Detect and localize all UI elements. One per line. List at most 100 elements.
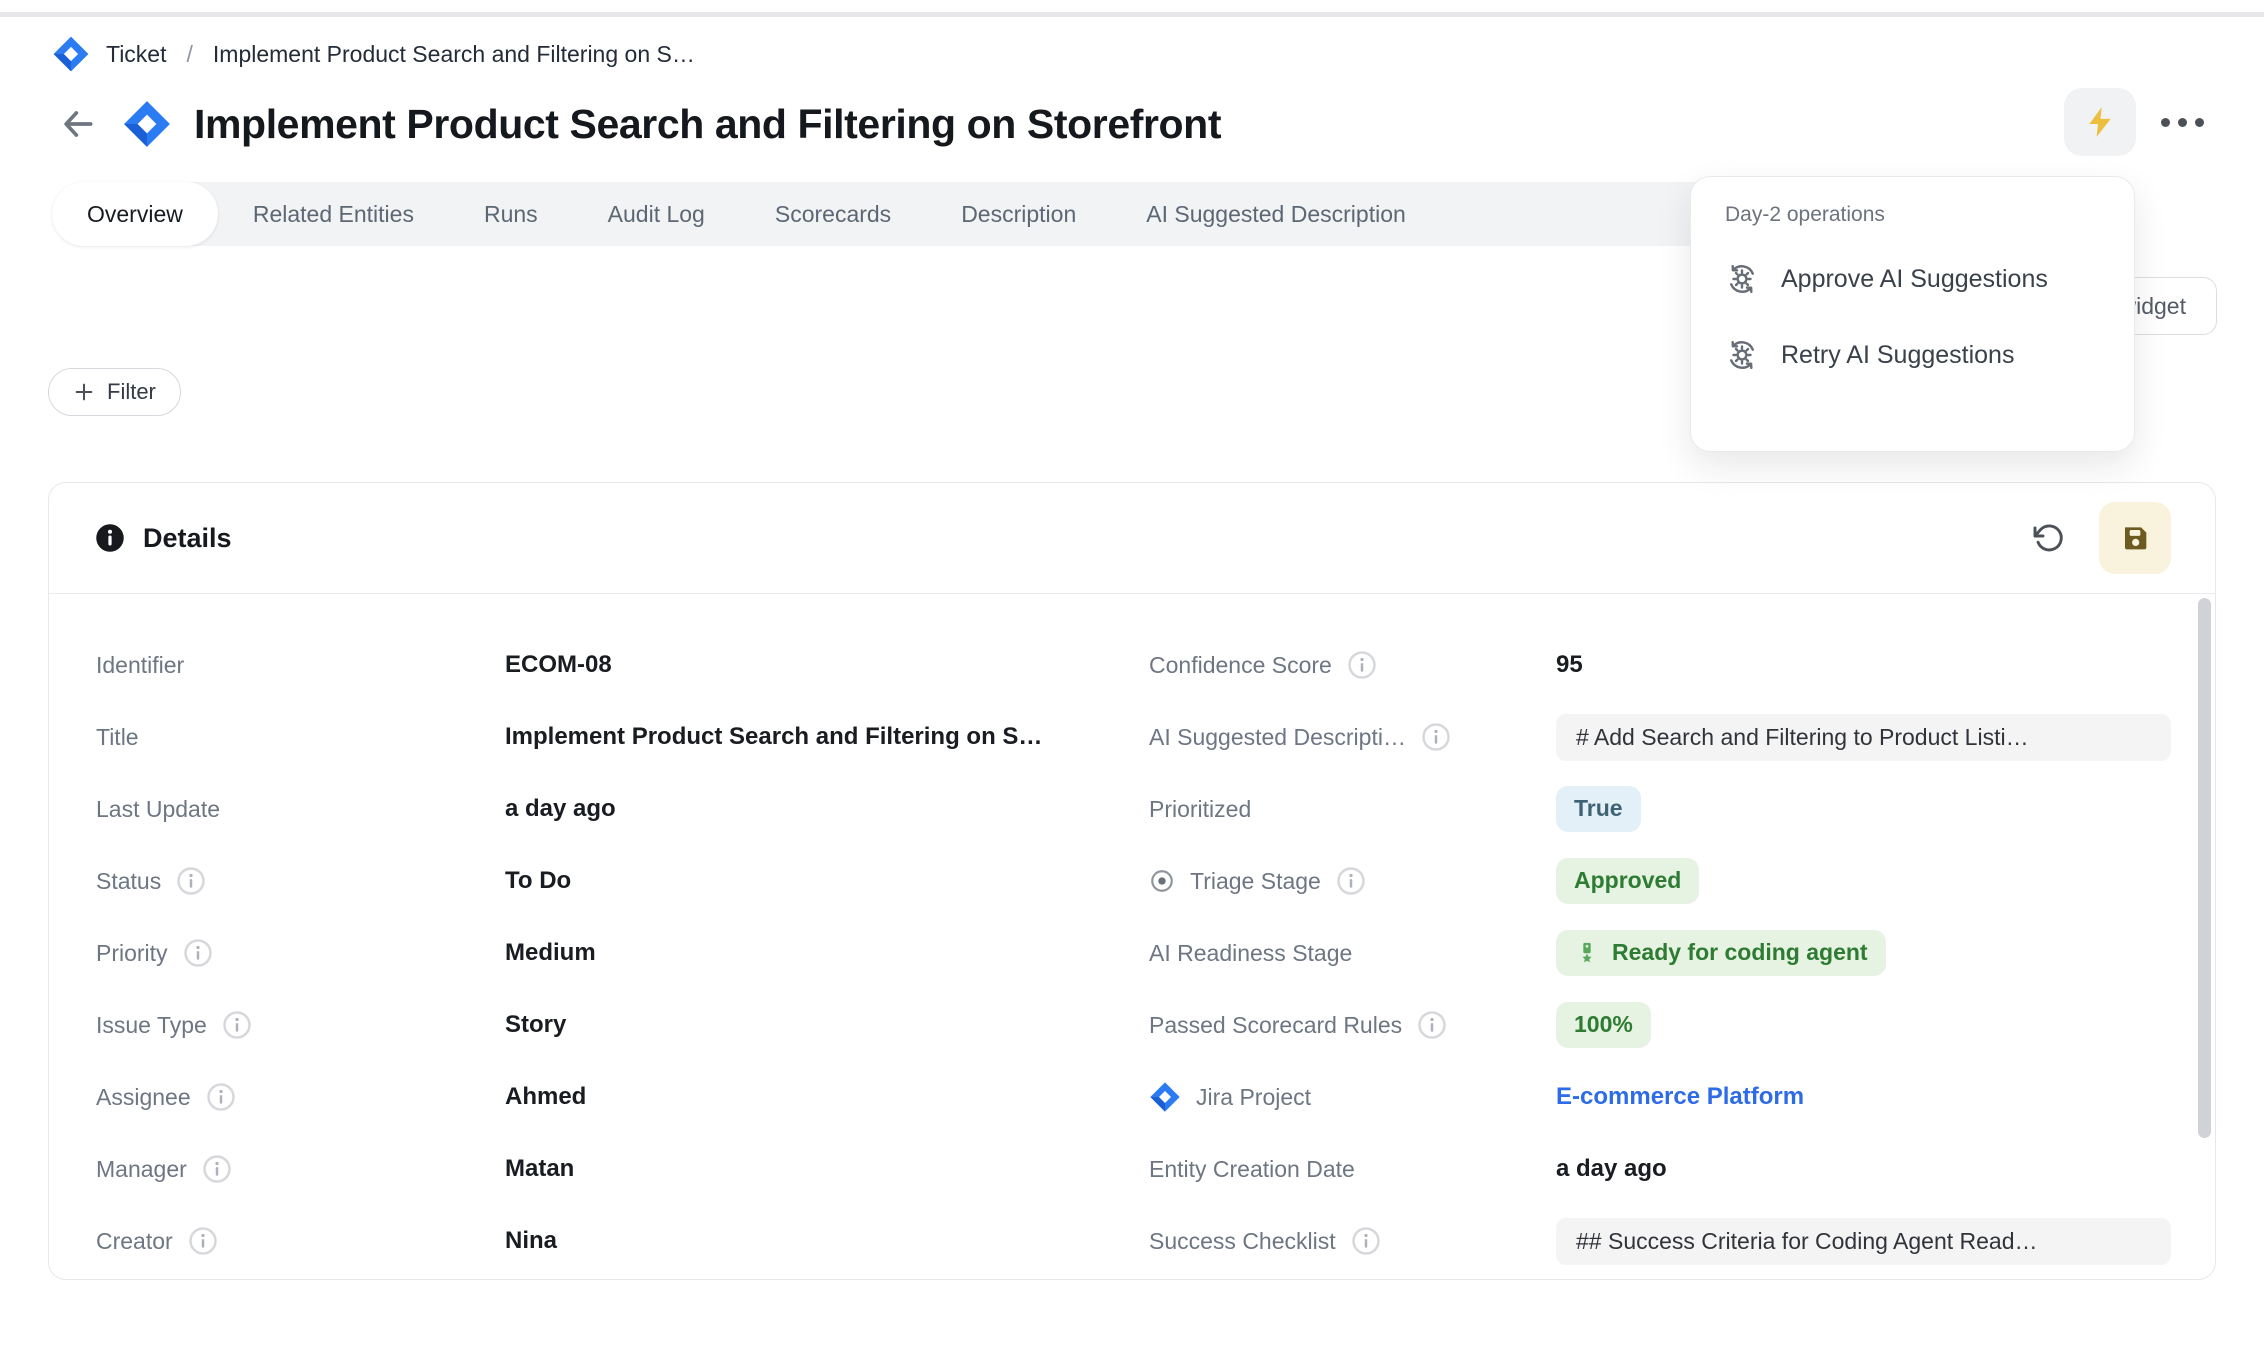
- field-value: Nina: [505, 1227, 557, 1255]
- more-options-button[interactable]: [2161, 118, 2204, 127]
- details-fields: Identifier ECOM-08 Confidence Score 95 T…: [49, 594, 2215, 1277]
- status-badge: 100%: [1556, 1002, 1651, 1048]
- field-value-box[interactable]: # Add Search and Filtering to Product Li…: [1556, 714, 2171, 761]
- field-value: Matan: [505, 1155, 574, 1183]
- medal-icon: [1574, 940, 1600, 966]
- field-label: Success Checklist: [1149, 1228, 1336, 1255]
- entity-page: Ticket / Implement Product Search and Fi…: [0, 0, 2264, 1356]
- card-title: Details: [143, 523, 232, 554]
- info-icon[interactable]: [1336, 866, 1366, 896]
- field-label: Title: [96, 724, 139, 751]
- field-value: Ahmed: [505, 1083, 586, 1111]
- menu-item-retry-ai-suggestions[interactable]: Retry AI Suggestions: [1691, 317, 2134, 393]
- radio-icon: [1149, 868, 1175, 894]
- breadcrumb-entity-type[interactable]: Ticket: [106, 41, 167, 68]
- menu-item-approve-ai-suggestions[interactable]: Approve AI Suggestions: [1691, 241, 2134, 317]
- gear-sync-icon: [1725, 262, 1759, 296]
- tab-overview[interactable]: Overview: [52, 182, 218, 246]
- info-icon[interactable]: [1417, 1010, 1447, 1040]
- save-floppy-icon: [2119, 522, 2151, 554]
- field-label: Last Update: [96, 796, 220, 823]
- field-label: Issue Type: [96, 1012, 207, 1039]
- day2-operations-menu: Day-2 operations Approve AI Suggestions: [1690, 176, 2135, 452]
- status-badge: True: [1556, 786, 1641, 832]
- field-label: Manager: [96, 1156, 187, 1183]
- menu-header: Day-2 operations: [1691, 203, 2134, 227]
- field-value-box[interactable]: ## Success Criteria for Coding Agent Rea…: [1556, 1218, 2171, 1265]
- info-icon[interactable]: [176, 866, 206, 896]
- field-label: Status: [96, 868, 161, 895]
- field-label: Confidence Score: [1149, 652, 1332, 679]
- lightning-bolt-icon: [2083, 105, 2117, 139]
- plus-icon: [73, 381, 95, 403]
- field-row-confidence-score: Confidence Score 95: [1133, 629, 2217, 701]
- field-value: Story: [505, 1011, 566, 1039]
- field-row-manager: Manager Matan: [49, 1133, 1133, 1205]
- tab-audit-log[interactable]: Audit Log: [573, 182, 740, 246]
- field-row-assignee: Assignee Ahmed: [49, 1061, 1133, 1133]
- info-filled-icon: [95, 523, 125, 553]
- field-row-prioritized: Prioritized True: [1133, 773, 2217, 845]
- info-icon[interactable]: [188, 1226, 218, 1256]
- tab-ai-suggested-description[interactable]: AI Suggested Description: [1111, 182, 1441, 246]
- back-button[interactable]: [56, 102, 100, 146]
- info-icon[interactable]: [1351, 1226, 1381, 1256]
- field-row-creator: Creator Nina: [49, 1205, 1133, 1277]
- field-row-jira-project: Jira Project E-commerce Platform: [1133, 1061, 2217, 1133]
- info-icon[interactable]: [1347, 650, 1377, 680]
- undo-button[interactable]: [2027, 516, 2071, 560]
- field-value: 95: [1556, 651, 1583, 679]
- ellipsis-dot: [2161, 118, 2170, 127]
- field-value: Medium: [505, 939, 596, 967]
- breadcrumb-current: Implement Product Search and Filtering o…: [213, 41, 695, 68]
- field-row-success-checklist: Success Checklist ## Success Criteria fo…: [1133, 1205, 2217, 1277]
- menu-item-label: Approve AI Suggestions: [1781, 265, 2048, 294]
- field-label: Entity Creation Date: [1149, 1156, 1355, 1183]
- filter-button[interactable]: Filter: [48, 368, 181, 416]
- tab-runs[interactable]: Runs: [449, 182, 573, 246]
- details-card-header: Details: [49, 483, 2215, 594]
- jira-title-icon: [122, 99, 172, 149]
- field-row-triage-stage: Triage Stage Approved: [1133, 845, 2217, 917]
- jira-ticket-icon: [52, 35, 90, 73]
- field-value: Implement Product Search and Filtering o…: [505, 723, 1042, 751]
- field-row-title: Title Implement Product Search and Filte…: [49, 701, 1133, 773]
- field-label: Priority: [96, 940, 168, 967]
- field-row-passed-scorecard-rules: Passed Scorecard Rules 100%: [1133, 989, 2217, 1061]
- info-icon[interactable]: [183, 938, 213, 968]
- info-icon[interactable]: [206, 1082, 236, 1112]
- field-value: a day ago: [1556, 1155, 1667, 1183]
- status-badge: Approved: [1556, 858, 1699, 904]
- ellipsis-dot: [2195, 118, 2204, 127]
- field-label: Identifier: [96, 652, 184, 679]
- jira-project-link[interactable]: E-commerce Platform: [1556, 1083, 1804, 1111]
- page-title: Implement Product Search and Filtering o…: [194, 101, 1221, 148]
- field-label: Assignee: [96, 1084, 191, 1111]
- field-label: Triage Stage: [1190, 868, 1321, 895]
- tab-bar: Overview Related Entities Runs Audit Log…: [52, 182, 1800, 246]
- details-card: Details Ident: [48, 482, 2216, 1280]
- info-icon[interactable]: [202, 1154, 232, 1184]
- field-row-last-update: Last Update a day ago: [49, 773, 1133, 845]
- field-value: ECOM-08: [505, 651, 612, 679]
- field-row-issue-type: Issue Type Story: [49, 989, 1133, 1061]
- tab-scorecards[interactable]: Scorecards: [740, 182, 926, 246]
- field-row-ai-suggested-description: AI Suggested Descripti… # Add Search and…: [1133, 701, 2217, 773]
- info-icon[interactable]: [1421, 722, 1451, 752]
- card-scrollbar-thumb[interactable]: [2198, 598, 2211, 1138]
- title-bar: Implement Product Search and Filtering o…: [56, 92, 1221, 156]
- tab-description[interactable]: Description: [926, 182, 1111, 246]
- gear-sync-icon: [1725, 338, 1759, 372]
- quick-actions-button[interactable]: [2064, 88, 2136, 156]
- field-row-entity-creation-date: Entity Creation Date a day ago: [1133, 1133, 2217, 1205]
- save-button[interactable]: [2099, 502, 2171, 574]
- breadcrumb-separator: /: [187, 41, 193, 68]
- field-label: AI Suggested Descripti…: [1149, 724, 1406, 751]
- field-label: Prioritized: [1149, 796, 1251, 823]
- field-label: Jira Project: [1196, 1084, 1311, 1111]
- breadcrumb: Ticket / Implement Product Search and Fi…: [52, 33, 695, 75]
- field-label: AI Readiness Stage: [1149, 940, 1352, 967]
- tab-related-entities[interactable]: Related Entities: [218, 182, 449, 246]
- info-icon[interactable]: [222, 1010, 252, 1040]
- ellipsis-dot: [2178, 118, 2187, 127]
